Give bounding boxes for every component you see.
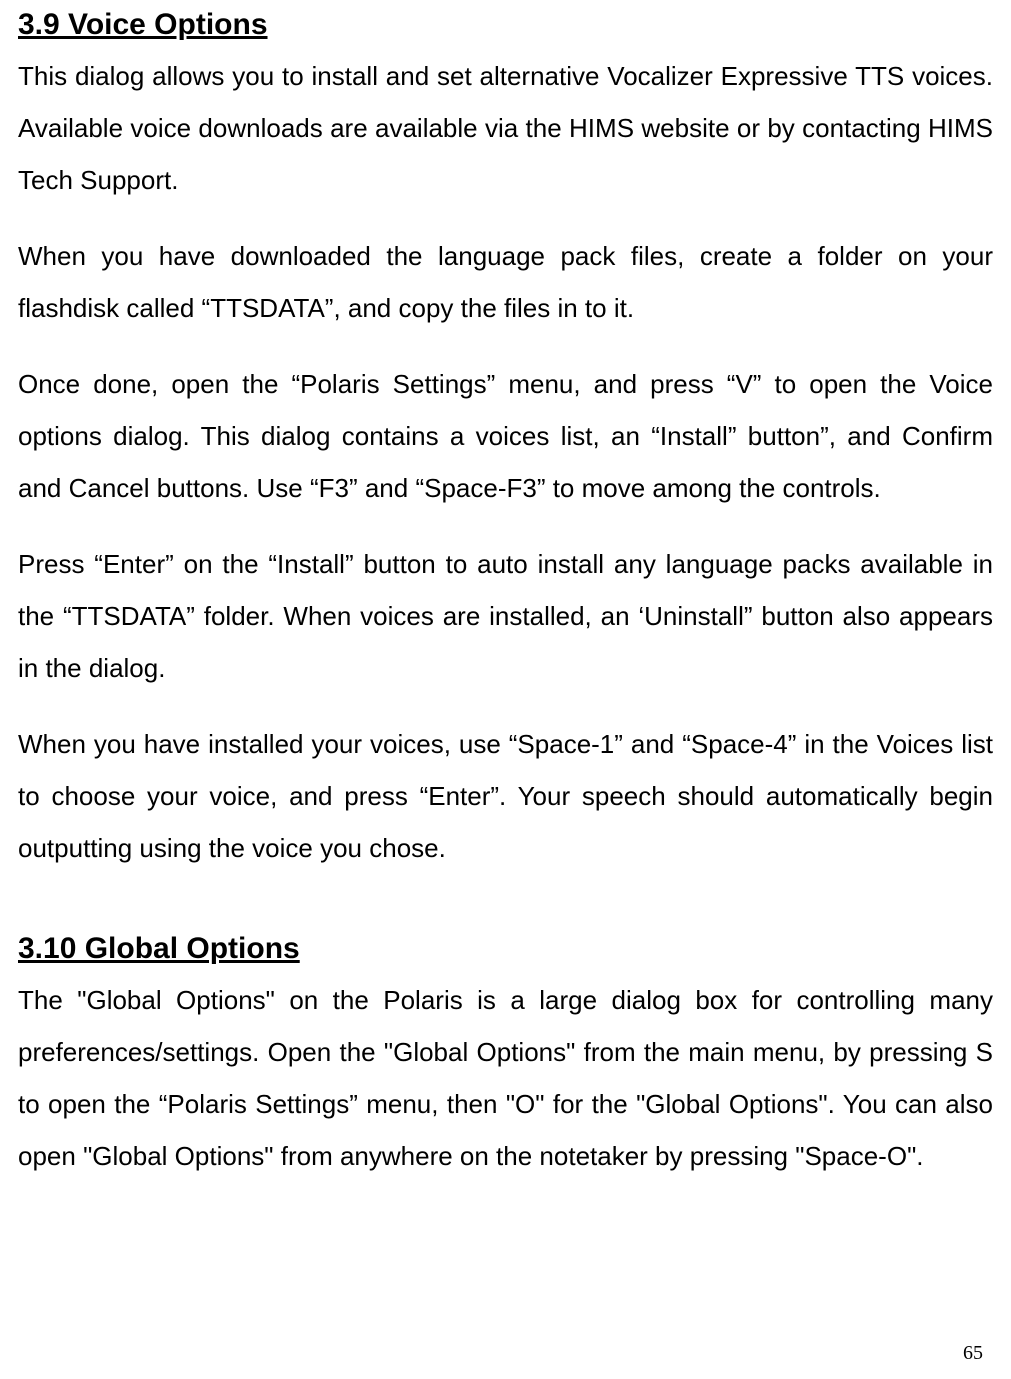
section-heading-voice-options: 3.9 Voice Options [18, 8, 993, 42]
body-paragraph: Once done, open the “Polaris Settings” m… [18, 358, 993, 514]
body-paragraph: When you have installed your voices, use… [18, 718, 993, 874]
body-paragraph: When you have downloaded the language pa… [18, 230, 993, 334]
body-paragraph: Press “Enter” on the “Install” button to… [18, 538, 993, 694]
body-paragraph: The "Global Options" on the Polaris is a… [18, 974, 993, 1182]
body-paragraph: This dialog allows you to install and se… [18, 50, 993, 206]
page-number: 65 [963, 1342, 983, 1365]
section-heading-global-options: 3.10 Global Options [18, 932, 993, 966]
